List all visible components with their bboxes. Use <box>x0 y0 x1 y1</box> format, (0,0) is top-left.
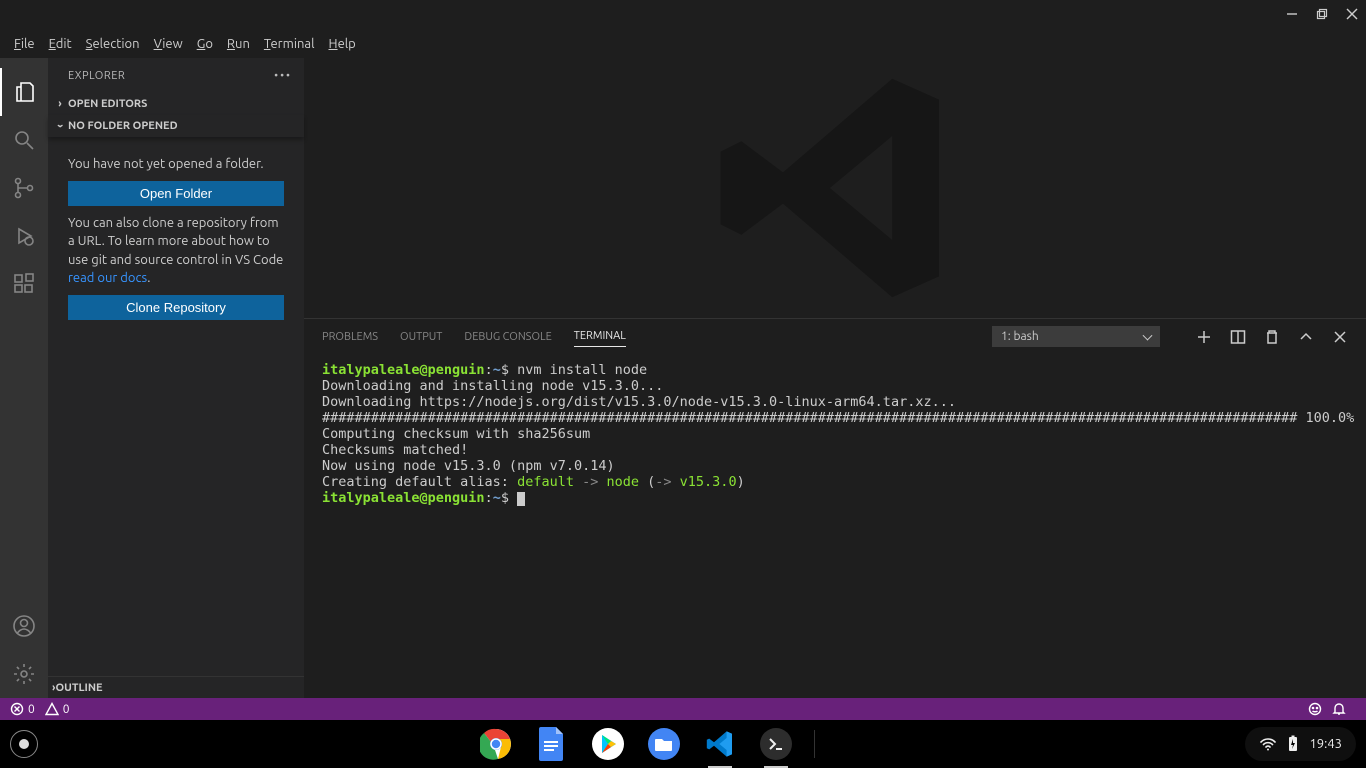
read-docs-link[interactable]: read our docs <box>68 271 147 285</box>
menubar: File Edit Selection View Go Run Terminal… <box>0 30 1366 58</box>
source-control-icon[interactable] <box>0 164 48 212</box>
menu-selection[interactable]: Selection <box>79 33 147 55</box>
settings-gear-icon[interactable] <box>0 650 48 698</box>
terminal-cursor <box>517 492 525 506</box>
terminal-content[interactable]: italypaleale@penguin:~$ nvm install node… <box>304 354 1366 698</box>
vscode-window: File Edit Selection View Go Run Terminal… <box>0 0 1366 720</box>
explorer-icon[interactable] <box>0 68 48 116</box>
chevron-down-icon: › <box>54 118 66 134</box>
titlebar <box>0 0 1366 30</box>
tab-debug-console[interactable]: DEBUG CONSOLE <box>464 327 551 347</box>
feedback-icon[interactable] <box>1308 702 1322 716</box>
clock: 19:43 <box>1309 737 1342 751</box>
account-icon[interactable] <box>0 602 48 650</box>
split-terminal-icon[interactable] <box>1230 329 1246 345</box>
chrome-app-icon[interactable] <box>478 726 514 762</box>
wifi-icon <box>1259 735 1277 753</box>
notifications-icon[interactable] <box>1332 702 1346 716</box>
chevron-right-icon: › <box>52 98 68 110</box>
bottom-panel: PROBLEMS OUTPUT DEBUG CONSOLE TERMINAL 1… <box>304 318 1366 698</box>
vscode-app-icon[interactable] <box>702 726 738 762</box>
terminal-app-icon[interactable] <box>758 726 794 762</box>
outline-section[interactable]: › OUTLINE <box>48 676 304 698</box>
status-bar: 0 0 <box>0 698 1366 720</box>
menu-terminal[interactable]: Terminal <box>257 33 322 55</box>
status-warnings[interactable]: 0 <box>45 702 70 716</box>
play-store-app-icon[interactable] <box>590 726 626 762</box>
explorer-sidebar: EXPLORER ••• › OPEN EDITORS › NO FOLDER … <box>48 58 304 698</box>
extensions-icon[interactable] <box>0 260 48 308</box>
launcher-icon[interactable] <box>0 720 48 768</box>
maximize-panel-icon[interactable] <box>1298 329 1314 345</box>
open-folder-button[interactable]: Open Folder <box>68 181 284 206</box>
kill-terminal-icon[interactable] <box>1264 329 1280 345</box>
terminal-shell-select[interactable]: 1: bash <box>992 326 1160 347</box>
battery-icon <box>1287 735 1299 753</box>
menu-go[interactable]: Go <box>190 33 220 55</box>
status-errors[interactable]: 0 <box>10 702 35 716</box>
close-panel-icon[interactable] <box>1332 329 1348 345</box>
search-icon[interactable] <box>0 116 48 164</box>
debug-icon[interactable] <box>0 212 48 260</box>
no-folder-message: You have not yet opened a folder. <box>68 155 284 173</box>
no-folder-section[interactable]: › NO FOLDER OPENED <box>48 115 304 137</box>
vscode-watermark <box>304 58 1366 318</box>
menu-run[interactable]: Run <box>220 33 257 55</box>
more-icon[interactable]: ••• <box>274 70 292 82</box>
docs-app-icon[interactable] <box>534 726 570 762</box>
taskbar-separator <box>814 730 815 758</box>
clone-repository-button[interactable]: Clone Repository <box>68 295 284 320</box>
close-icon[interactable] <box>1346 6 1358 24</box>
tab-problems[interactable]: PROBLEMS <box>322 327 378 347</box>
new-terminal-icon[interactable] <box>1196 329 1212 345</box>
menu-help[interactable]: Help <box>322 33 363 55</box>
minimize-icon[interactable] <box>1286 6 1298 24</box>
files-app-icon[interactable] <box>646 726 682 762</box>
tab-terminal[interactable]: TERMINAL <box>574 326 626 347</box>
menu-view[interactable]: View <box>147 33 190 55</box>
sidebar-title: EXPLORER <box>68 70 125 82</box>
system-tray[interactable]: 19:43 <box>1245 727 1356 761</box>
os-taskbar: 19:43 <box>0 720 1366 768</box>
editor-area: PROBLEMS OUTPUT DEBUG CONSOLE TERMINAL 1… <box>304 58 1366 698</box>
maximize-icon[interactable] <box>1316 6 1328 24</box>
activity-bar <box>0 58 48 698</box>
menu-file[interactable]: File <box>7 33 42 55</box>
tab-output[interactable]: OUTPUT <box>400 327 442 347</box>
clone-message: You can also clone a repository from a U… <box>68 214 284 287</box>
open-editors-section[interactable]: › OPEN EDITORS <box>48 93 304 115</box>
menu-edit[interactable]: Edit <box>42 33 79 55</box>
